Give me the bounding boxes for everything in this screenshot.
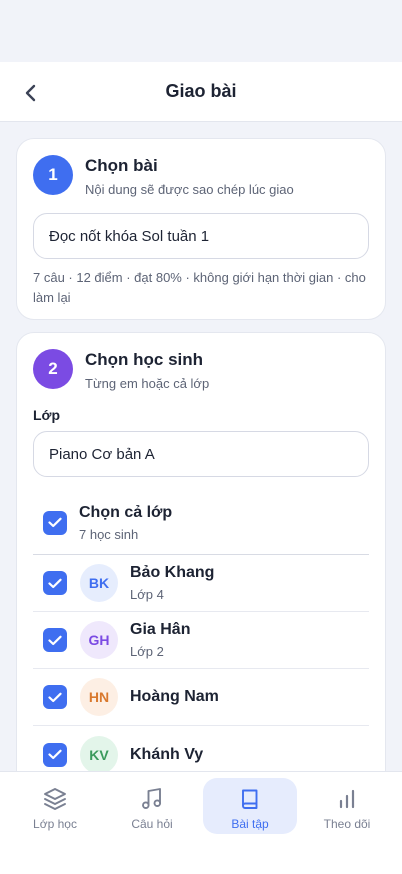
status-area [0, 0, 402, 62]
student-row[interactable]: BK Bảo Khang Lớp 4 [33, 555, 369, 612]
step-title: Chọn học sinh [85, 350, 204, 369]
checkmark-icon [48, 635, 62, 645]
student-count: 7 học sinh [79, 526, 139, 542]
avatar: KV [80, 735, 118, 771]
music-note-icon [142, 788, 162, 809]
tab-label: Lớp học [33, 817, 77, 831]
step-number-badge: 1 [33, 155, 73, 195]
student-checkbox[interactable] [43, 685, 67, 709]
student-grade: Lớp 4 [130, 587, 164, 602]
layers-icon [44, 788, 66, 810]
bottom-tab-bar: Lớp học Câu hỏi Bài tập Theo dõi [0, 771, 402, 874]
student-checkbox[interactable] [43, 742, 67, 767]
lesson-meta: 7 câu · 12 điểm · đạt 80% · không giới h… [33, 270, 366, 305]
step-header: 1 Chọn bài Nội dung sẽ được sao chép lúc… [17, 139, 385, 197]
student-row[interactable]: HN Hoàng Nam [33, 669, 369, 726]
avatar: BK [80, 564, 118, 602]
student-name: Bảo Khang [130, 564, 215, 581]
tab-label: Bài tập [231, 817, 269, 831]
checkmark-icon [48, 692, 62, 702]
step-subtitle: Từng em hoặc cả lớp [85, 376, 210, 391]
student-checkbox[interactable] [43, 628, 67, 652]
student-name: Hoàng Nam [130, 688, 219, 705]
lesson-select[interactable]: Đọc nốt khóa Sol tuần 1 [33, 213, 369, 259]
avatar: GH [80, 621, 118, 659]
step-choose-students-card: 2 Chọn học sinh Từng em hoặc cả lớp Lớp … [16, 332, 386, 771]
book-icon [242, 789, 258, 809]
bar-chart-icon [339, 789, 355, 809]
checkmark-icon [48, 578, 62, 588]
chevron-left-icon [25, 84, 36, 102]
student-grade: Lớp 2 [130, 644, 164, 659]
main-content: 1 Chọn bài Nội dung sẽ được sao chép lúc… [0, 122, 402, 771]
tab-label: Câu hỏi [131, 817, 173, 831]
student-row[interactable]: KV Khánh Vy [33, 726, 369, 771]
tab-cau-hoi[interactable]: Câu hỏi [105, 778, 199, 834]
class-field-label: Lớp [33, 407, 61, 423]
page-title: Giao bài [165, 81, 237, 101]
back-button[interactable] [18, 80, 44, 106]
avatar: HN [80, 678, 118, 716]
student-list: Chọn cả lớp 7 học sinh BK Bảo Khang Lớp … [33, 491, 369, 771]
select-all-row[interactable]: Chọn cả lớp 7 học sinh [33, 491, 369, 555]
tab-label: Theo dõi [323, 817, 371, 831]
step-header: 2 Chọn học sinh Từng em hoặc cả lớp [17, 333, 385, 391]
checkmark-icon [48, 749, 62, 760]
student-name: Khánh Vy [130, 745, 204, 763]
step-choose-lesson-card: 1 Chọn bài Nội dung sẽ được sao chép lúc… [16, 138, 386, 320]
checkmark-icon [48, 517, 62, 528]
class-select[interactable]: Piano Cơ bản A [33, 431, 369, 477]
student-row[interactable]: GH Gia Hân Lớp 2 [33, 612, 369, 669]
step-subtitle: Nội dung sẽ được sao chép lúc giao [85, 182, 294, 197]
tab-bai-tap[interactable]: Bài tập [203, 778, 297, 834]
student-name: Gia Hân [130, 621, 191, 638]
student-checkbox[interactable] [43, 571, 67, 595]
step-title: Chọn bài [85, 156, 158, 175]
select-all-label: Chọn cả lớp [79, 503, 173, 521]
tab-lop-hoc[interactable]: Lớp học [8, 778, 102, 834]
step-number-badge: 2 [33, 349, 73, 389]
select-all-checkbox[interactable] [43, 510, 67, 535]
app-header: Giao bài [0, 62, 402, 122]
tab-theo-doi[interactable]: Theo dõi [300, 778, 394, 834]
